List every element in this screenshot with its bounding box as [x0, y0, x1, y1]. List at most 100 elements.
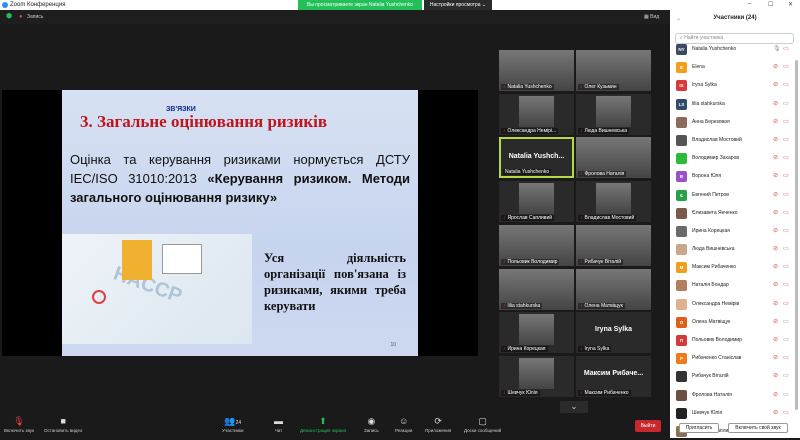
maximize-button[interactable]: ☐	[768, 1, 773, 8]
participant-name-display: Максим Рибаче...	[583, 369, 644, 377]
close-button[interactable]: ✕	[788, 1, 793, 8]
video-tile[interactable]: ♪ Ирина Корецкая	[499, 312, 574, 354]
mic-muted-icon: ⊘	[773, 391, 779, 398]
mic-muted-icon: ♪	[580, 346, 583, 353]
participant-item[interactable]: Фролова Наталія ⊘ ▭	[670, 386, 794, 404]
mic-muted-icon: ⊘	[773, 82, 779, 89]
camera-icon: ▭	[783, 100, 789, 107]
chat-icon: ▬	[274, 416, 283, 426]
stop-video-button[interactable]: ■ Остановить видео	[44, 416, 82, 433]
avatar: В	[676, 171, 687, 183]
participant-item[interactable]: Єлизавета Янченко ⊘ ▭	[670, 204, 794, 222]
invite-button[interactable]: Пригласить	[679, 423, 719, 433]
view-options-button[interactable]: Настройки просмотра ⌄	[424, 0, 492, 10]
tile-name-label: ♪ Natalia Yushchenko	[501, 84, 554, 90]
participant-photo	[519, 314, 554, 346]
minimize-button[interactable]: –	[748, 1, 751, 7]
participant-item[interactable]: Ирина Корецкая ⊘ ▭	[670, 222, 794, 240]
presentation-slide: ЗВ'ЯЗКИ 3. Загальне оцінювання ризиків О…	[62, 90, 418, 356]
chat-button[interactable]: ▬ Чат	[274, 416, 283, 433]
apps-button[interactable]: ⟳ Приложения	[425, 416, 451, 433]
participant-item[interactable]: М Максим Рибаченко ⊘ ▭	[670, 258, 794, 276]
participant-item[interactable]: Р Рибаченко Станіслав ⊘ ▭	[670, 349, 794, 367]
video-tile[interactable]: ♪ Ярослав Сапливий	[499, 181, 574, 223]
mic-muted-icon: ♪	[503, 258, 506, 265]
video-tile[interactable]: ♪ Владислав Мостовий	[576, 181, 651, 223]
unmute-self-button[interactable]: Включить свой звук	[728, 423, 788, 433]
video-tile[interactable]: ♪ Рибачук Віталій	[576, 224, 651, 266]
video-tile[interactable]: ♪ Фролова Наталія	[576, 137, 651, 179]
participants-panel: – ☐ ✕ ⌄ Участники (24) ⌕ Найти участника…	[670, 0, 800, 438]
participant-name: Максим Рибаченко	[692, 264, 737, 271]
video-tile[interactable]: ♪ Польовик Володимир	[499, 224, 574, 266]
avatar: E	[676, 62, 687, 74]
mic-muted-icon: ⊘	[773, 373, 779, 380]
whiteboard-button[interactable]: ▢ Доски сообщений	[464, 416, 501, 433]
mic-muted-icon: ♪	[503, 302, 506, 309]
unmute-button[interactable]: 🎙 Включить звук	[4, 416, 34, 433]
participant-item[interactable]: Анна Березовая ⊘ ▭	[670, 113, 794, 131]
participant-item[interactable]: П Польовик Володимир ⊘ ▭	[670, 331, 794, 349]
avatar	[676, 207, 687, 219]
tile-name-label: ♪ Владислав Мостовий	[578, 215, 637, 222]
slide-paragraph-1: Оцінка та керування ризиками нормується …	[70, 152, 410, 205]
participant-item[interactable]: Шевчук Юлія ⊘ ▭	[670, 404, 794, 422]
avatar	[676, 225, 687, 237]
participant-item[interactable]: Володимир Захаров ⊘ ▭	[670, 149, 794, 167]
participant-name: Польовик Володимир	[692, 337, 742, 343]
participant-item[interactable]: Є Евгений Петров ⊘ ▭	[670, 186, 794, 204]
video-tile[interactable]: Iryna Sylka ♪ Iryna Sylka	[576, 312, 651, 354]
video-tile[interactable]: ♪ lilia stahkurska	[499, 268, 574, 310]
record-button[interactable]: ◉ Запись	[364, 416, 379, 433]
participant-item[interactable]: Рибачук Віталій ⊘ ▭	[670, 367, 794, 385]
leave-button[interactable]: Выйти	[635, 420, 661, 432]
participant-item[interactable]: NY Natalia Yushchenko 🎙 ▭	[670, 40, 794, 58]
avatar	[676, 134, 687, 146]
participant-item[interactable]: Владислав Мостовий ⊘ ▭	[670, 131, 794, 149]
camera-off-icon: ▭	[783, 155, 789, 162]
participant-item[interactable]: Олександра Немірів ⊘ ▭	[670, 295, 794, 313]
participants-button[interactable]: 👥24 Участники	[222, 416, 244, 433]
participant-item[interactable]: В Ворона Юля ⊘ ▭	[670, 167, 794, 185]
participant-name: Олена Матвіщук	[692, 318, 731, 325]
camera-icon: ▭	[783, 337, 789, 343]
gallery-next-page-button[interactable]: ⌄	[560, 401, 588, 413]
participant-name: Олександра Немірів	[692, 300, 740, 307]
video-tile[interactable]: ♪ Natalia Yushchenko	[499, 50, 574, 91]
reactions-button[interactable]: ☺ Реакции	[395, 416, 412, 433]
video-tile[interactable]: ♪ Олена Матвіщук	[576, 268, 651, 310]
participant-list-scrollbar[interactable]	[795, 60, 798, 410]
share-screen-button[interactable]: ⬆ Демонстрация экрана	[300, 416, 346, 433]
view-button[interactable]: ▦ Вид	[644, 10, 659, 24]
participant-list: NY Natalia Yushchenko 🎙 ▭ E Elena ⊘ ▭ IS Iryna Sy…	[670, 40, 794, 440]
participant-item[interactable]: IS Iryna Sylka ⊘ ▭	[670, 76, 794, 94]
tile-name-label: ♪ Олена Матвіщук	[578, 302, 625, 309]
mic-muted-icon: ⊘	[773, 209, 779, 216]
slide-paragraph-2: Уся діяльність організації пов'язана із …	[264, 251, 406, 313]
video-tile[interactable]: ♪ Шевчук Юлія	[499, 355, 574, 397]
participant-item[interactable]: Люда Вишневська ⊘ ▭	[670, 240, 794, 258]
participant-item[interactable]: E Elena ⊘ ▭	[670, 58, 794, 76]
participant-photo	[519, 95, 554, 127]
mic-muted-icon: 🎙	[13, 416, 25, 426]
video-tile[interactable]: ♪ Олександра Немірі...	[499, 93, 574, 135]
participant-item[interactable]: О Олена Матвіщук ⊘ ▭	[670, 313, 794, 331]
video-tile[interactable]: Максим Рибаче... ♪ Максим Рибаченко	[576, 355, 651, 397]
participant-photo	[519, 183, 554, 215]
participant-name: Natalia Yushchenko	[692, 46, 737, 52]
video-tile[interactable]: ♪ Люда Вишневська	[576, 93, 651, 135]
record-icon: ●	[19, 14, 23, 20]
record-label[interactable]: Запись	[27, 10, 43, 24]
participant-item[interactable]: Наталія Бондар ⊘ ▭	[670, 276, 794, 294]
tile-name-label: ♪ Iryna Sylka	[578, 346, 612, 353]
video-tile[interactable]: Natalia Yushch... Natalia Yushchenko	[499, 137, 574, 179]
avatar: LS	[676, 98, 687, 110]
mic-muted-icon: ⊘	[773, 173, 779, 180]
video-tile[interactable]: ♪ Олег Кузьмин	[576, 50, 651, 91]
shield-icon[interactable]: ⬢	[6, 10, 12, 24]
participant-item[interactable]: LS lilia stahkurska ⊘ ▭	[670, 95, 794, 113]
share-screen-icon: ⬆	[319, 416, 327, 426]
mic-muted-icon: ⊘	[773, 136, 779, 143]
mic-muted-icon: ♪	[503, 346, 506, 353]
camera-icon: ▭	[783, 318, 789, 325]
